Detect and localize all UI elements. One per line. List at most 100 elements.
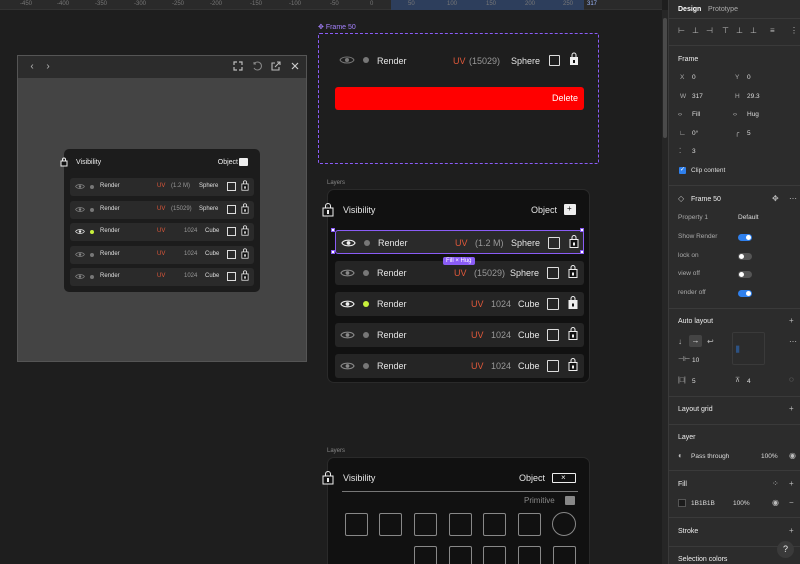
y-field[interactable]: 0 [747,74,751,81]
list-item[interactable]: Render UV (15029) Sphere [70,200,254,219]
more-icon[interactable]: ⋯ [789,338,797,346]
list-item[interactable]: Render UV 1024 Cube [70,223,254,241]
back-icon[interactable]: ‹ [26,61,38,73]
frame-section-title[interactable]: Frame [678,56,698,63]
lock-icon[interactable] [241,225,249,236]
list-item[interactable]: Render UV 1024 Cube [335,323,584,347]
height-field[interactable]: 29.3 [747,93,760,100]
primitive-slot[interactable] [449,546,472,564]
lock-icon[interactable] [568,295,578,310]
layout-grid-title[interactable]: Layout grid [678,406,713,413]
vertical-resizing-select[interactable]: Hug [747,111,759,118]
auto-layout-title[interactable]: Auto layout [678,318,713,325]
help-button[interactable]: ? [777,541,794,558]
fill-hex-field[interactable]: 1B1B1B [691,500,715,507]
more-icon[interactable]: ⋯ [789,195,797,203]
checkbox[interactable] [227,249,236,259]
eye-icon[interactable] [341,238,356,248]
eye-icon[interactable] [340,361,355,371]
property-select[interactable]: Default [738,214,759,221]
distribute-vertical-icon[interactable]: ⋮ [790,27,798,35]
lock-icon[interactable] [241,270,249,281]
primitive-slot[interactable] [518,546,541,564]
horizontal-resizing-select[interactable]: Fill [692,111,700,118]
checkbox[interactable] [549,55,560,66]
checkbox[interactable] [227,227,236,236]
tab-design[interactable]: Design [678,6,701,13]
remove-icon[interactable]: − [789,499,794,507]
direction-down-icon[interactable]: ↓ [678,338,682,346]
list-item[interactable]: Render UV (1.2 M) Sphere [70,178,254,196]
eye-icon[interactable] [75,183,85,190]
primitive-slot[interactable] [414,513,437,536]
eye-icon[interactable] [340,299,355,309]
eye-icon[interactable] [75,228,85,235]
primitive-slot-sphere[interactable] [552,512,576,536]
list-item[interactable]: Render UV 1024 Cube [70,268,254,286]
checkbox[interactable] [547,267,559,279]
selection-handle[interactable] [331,228,335,232]
list-item[interactable]: Render UV 1024 Cube [70,245,254,264]
object-toggle[interactable]: × [552,473,576,483]
list-item[interactable]: Render UV 1024 Cube [335,292,584,316]
forward-icon[interactable]: › [42,61,54,73]
eye-icon[interactable]: ◉ [789,452,796,460]
eye-icon[interactable] [340,268,355,278]
style-grid-icon[interactable]: ⁘ [772,480,779,488]
eye-icon[interactable] [75,273,85,280]
direction-right-icon[interactable]: → [689,335,702,347]
primitive-slot[interactable] [345,513,368,536]
primitive-slot[interactable] [518,513,541,536]
eye-icon[interactable] [75,206,85,213]
fullscreen-icon[interactable] [233,61,245,73]
frame-label[interactable]: ✥ Frame 50 [318,23,356,31]
add-icon[interactable]: + [789,480,794,488]
selection-handle[interactable] [331,250,335,254]
align-right-icon[interactable]: ⊣ [706,27,713,35]
x-field[interactable]: 0 [692,74,696,81]
primitive-slot[interactable] [553,546,576,564]
wrap-icon[interactable]: ↩ [707,338,714,346]
scrollbar-thumb[interactable] [663,18,667,138]
checkbox[interactable] [227,182,236,191]
distribute-icon[interactable]: ≡ [770,27,775,35]
lock-icon[interactable] [568,264,578,279]
checkbox[interactable] [547,298,559,310]
count-field[interactable]: 3 [692,148,696,155]
lock-icon[interactable] [569,234,579,249]
selection-handle[interactable] [580,250,584,254]
checkbox[interactable] [227,272,236,281]
add-icon[interactable]: + [789,527,794,535]
primitive-slot[interactable] [414,546,437,564]
eye-icon[interactable] [340,330,355,340]
gap-field[interactable]: 10 [692,357,699,364]
horizontal-padding-field[interactable]: 5 [692,378,696,385]
checkbox[interactable] [227,204,236,214]
fill-swatch[interactable] [678,499,686,507]
close-icon[interactable] [290,61,302,73]
primitive-toggle[interactable] [565,496,575,505]
eye-icon[interactable]: ◉ [772,499,779,507]
align-center-h-icon[interactable]: ⊥ [692,27,699,35]
corner-radius-field[interactable]: 5 [747,130,751,137]
rotation-field[interactable]: 0° [692,130,698,137]
checkbox[interactable] [548,237,560,249]
selection-handle[interactable] [580,228,584,232]
eye-icon[interactable] [75,251,85,258]
toggle-switch[interactable] [738,234,752,241]
lock-icon[interactable] [568,357,578,372]
primitive-slot[interactable] [449,513,472,536]
align-bottom-icon[interactable]: ⊥ [750,27,757,35]
checkbox[interactable] [547,360,559,372]
align-left-icon[interactable]: ⊢ [678,27,685,35]
align-middle-icon[interactable]: ⊥ [736,27,743,35]
lock-icon[interactable] [241,202,249,214]
padding-options-icon[interactable]: ◌ [789,376,794,384]
blend-mode-select[interactable]: Pass through [691,453,729,460]
primitive-slot[interactable] [379,513,402,536]
fill-opacity-field[interactable]: 100% [733,500,750,507]
checkbox[interactable] [547,329,559,341]
toggle-switch[interactable] [738,289,752,297]
primitive-slot[interactable] [483,513,506,536]
toggle-switch[interactable] [738,271,752,278]
